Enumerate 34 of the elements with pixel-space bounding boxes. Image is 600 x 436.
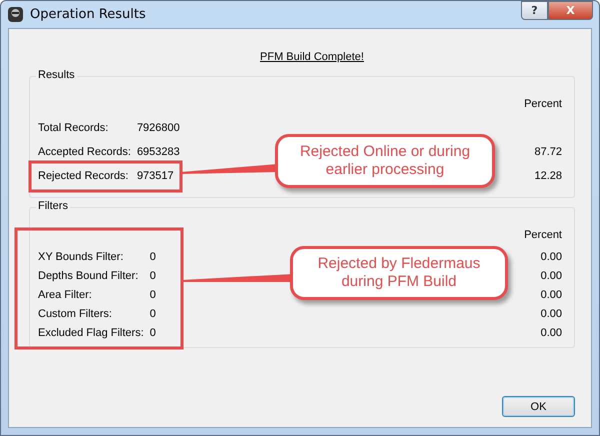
status-heading: PFM Build Complete! xyxy=(260,50,364,64)
group-title: Results xyxy=(36,69,77,81)
column-header: Percent xyxy=(524,97,562,111)
window-title: Operation Results xyxy=(30,7,147,22)
group-title: Filters xyxy=(36,200,70,212)
column-header: Percent xyxy=(524,228,562,242)
callout: Rejected Online or during earlier processing xyxy=(275,134,495,188)
row-value: 6953283 xyxy=(136,145,180,159)
percent-value: 0.00 xyxy=(540,269,562,283)
row-label: XY Bounds Filter: xyxy=(38,250,124,264)
row-label: Rejected Records: xyxy=(38,169,130,183)
percent-value: 0.00 xyxy=(540,326,562,340)
percent-value: 0.00 xyxy=(540,288,562,302)
help-button[interactable]: ? xyxy=(521,1,548,20)
row-value: 0 xyxy=(150,250,156,264)
row-value: 7926800 xyxy=(136,121,180,135)
row-label: Area Filter: xyxy=(38,288,93,302)
row-label: Accepted Records: xyxy=(38,145,131,159)
row-value: 0 xyxy=(150,326,156,340)
row-value: 0 xyxy=(150,269,156,283)
ok-button[interactable]: OK xyxy=(502,396,575,417)
percent-value: 0.00 xyxy=(540,307,562,321)
row-value: 973517 xyxy=(136,169,175,183)
row-label: Total Records: xyxy=(38,121,110,135)
row-label: Excluded Flag Filters: xyxy=(38,326,144,340)
row-label: Depths Bound Filter: xyxy=(38,269,140,283)
row-label: Custom Filters: xyxy=(38,307,113,321)
callout: Rejected by Fledermaus during PFM Build xyxy=(290,246,508,300)
percent-value: 0.00 xyxy=(540,250,562,264)
row-value: 0 xyxy=(150,288,156,302)
app-icon xyxy=(7,6,24,23)
percent-value: 12.28 xyxy=(533,169,562,183)
row-value: 0 xyxy=(150,307,156,321)
percent-value: 87.72 xyxy=(533,145,562,159)
